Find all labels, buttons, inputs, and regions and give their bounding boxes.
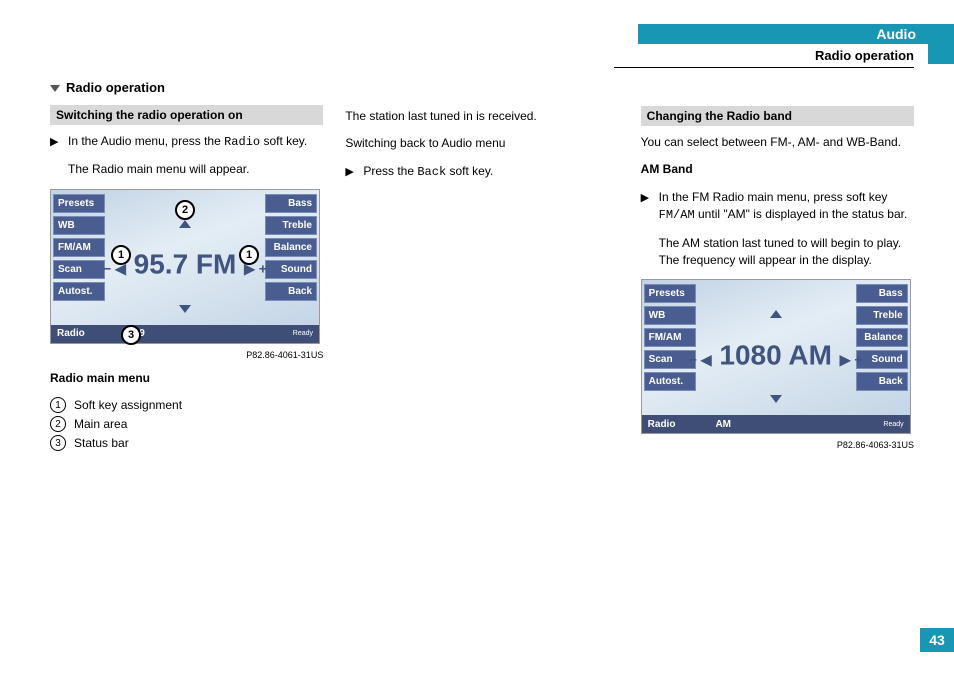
tune-plus: ▶ + (840, 351, 863, 367)
page-number: 43 (920, 628, 954, 652)
softkey: Bass (265, 194, 317, 213)
softkey: Autost. (644, 372, 696, 391)
frequency-value: 95.7 FM (134, 249, 237, 280)
text: soft key. (446, 164, 493, 178)
code-text: Radio (224, 135, 260, 149)
status-band: AM (715, 419, 731, 430)
softkey: Bass (856, 284, 908, 303)
softkey: WB (53, 216, 105, 235)
legend-num: 2 (50, 416, 66, 432)
paragraph: The AM station last tuned to will begin … (641, 235, 914, 270)
nav-down-icon (179, 305, 191, 313)
softkey: Presets (53, 194, 105, 213)
frequency-value: 1080 AM (719, 339, 832, 370)
sub-heading: AM Band (641, 161, 914, 178)
frequency-display: − ◀ 1080 AM ▶ + (689, 339, 863, 371)
status-mode: Radio (648, 419, 676, 430)
header-tab (928, 24, 954, 64)
radio-screenshot-fm: Presets WB FM/AM Scan Autost. Bass Trebl… (50, 189, 320, 344)
column-1: Radio operation Switching the radio oper… (50, 80, 323, 460)
instruction-bullet: ▶ In the FM Radio main menu, press soft … (641, 189, 914, 225)
text: In the Audio menu, press the (68, 134, 224, 148)
legend-text: Status bar (74, 436, 129, 450)
play-arrow-icon: ▶ (641, 189, 659, 225)
legend-num: 1 (50, 397, 66, 413)
figure-caption: Radio main menu (50, 370, 323, 387)
callout-3: 3 (121, 325, 141, 345)
text: soft key. (260, 134, 307, 148)
column-3: Changing the Radio band You can select b… (641, 80, 914, 460)
nav-down-icon (770, 395, 782, 403)
instruction-text: In the Audio menu, press the Radio soft … (68, 133, 307, 151)
status-ready: Ready (293, 330, 313, 337)
softkey: Sound (265, 260, 317, 279)
figure-id: P82.86-4063-31US (641, 440, 914, 450)
play-arrow-icon: ▶ (50, 133, 68, 151)
callout-1-right: 1 (239, 245, 259, 265)
callout-2: 2 (175, 200, 195, 220)
subsection-heading: Switching the radio operation on (50, 105, 323, 125)
figure-id: P82.86-4061-31US (50, 350, 323, 360)
triangle-icon (50, 85, 60, 92)
text: Press the (363, 164, 417, 178)
softkey: Treble (856, 306, 908, 325)
legend-text: Main area (74, 417, 127, 431)
nav-up-icon (770, 310, 782, 318)
softkey: Balance (856, 328, 908, 347)
paragraph: The station last tuned in is received. (345, 108, 618, 125)
paragraph: You can select between FM-, AM- and WB-B… (641, 134, 914, 151)
instruction-bullet: ▶ Press the Back soft key. (345, 163, 618, 181)
softkey: Back (856, 372, 908, 391)
nav-up-icon (179, 220, 191, 228)
radio-screenshot-am: Presets WB FM/AM Scan Autost. Bass Trebl… (641, 279, 911, 434)
callout-1-left: 1 (111, 245, 131, 265)
softkey: Treble (265, 216, 317, 235)
legend-text: Soft key assignment (74, 398, 182, 412)
legend-row: 2 Main area (50, 416, 323, 432)
section-title: Radio operation (50, 80, 323, 95)
paragraph: Switching back to Audio menu (345, 135, 618, 152)
subsection-heading: Changing the Radio band (641, 106, 914, 126)
legend-num: 3 (50, 435, 66, 451)
section-title-text: Radio operation (66, 80, 165, 95)
column-2: The station last tuned in is received. S… (345, 80, 618, 460)
softkey: Sound (856, 350, 908, 369)
softkey: WB (644, 306, 696, 325)
softkey: FM/AM (53, 238, 105, 257)
softkey: Back (265, 282, 317, 301)
header-subtitle: Radio operation (614, 48, 914, 68)
softkeys-right: Bass Treble Balance Sound Back (856, 284, 908, 391)
softkey: Scan (53, 260, 105, 279)
instruction-text: Press the Back soft key. (363, 163, 493, 181)
softkey: Autost. (53, 282, 105, 301)
header-category: Audio (638, 24, 928, 44)
softkeys-left: Presets WB FM/AM Scan Autost. (644, 284, 696, 391)
code-text: Back (417, 165, 446, 179)
softkeys-right: Bass Treble Balance Sound Back (265, 194, 317, 301)
softkeys-left: Presets WB FM/AM Scan Autost. (53, 194, 105, 301)
paragraph: The Radio main menu will appear. (50, 161, 323, 178)
text: In the FM Radio main menu, press soft ke… (659, 190, 888, 204)
instruction-bullet: ▶ In the Audio menu, press the Radio sof… (50, 133, 323, 151)
play-arrow-icon: ▶ (345, 163, 363, 181)
status-mode: Radio (57, 328, 85, 339)
softkey: Balance (265, 238, 317, 257)
legend-row: 3 Status bar (50, 435, 323, 451)
status-bar: Radio FM9 Ready (51, 325, 319, 343)
text: until "AM" is displayed in the status ba… (695, 207, 908, 221)
status-ready: Ready (883, 421, 903, 428)
legend-row: 1 Soft key assignment (50, 397, 323, 413)
tune-minus: − ◀ (689, 351, 712, 367)
instruction-text: In the FM Radio main menu, press soft ke… (659, 189, 914, 225)
code-text: FM/AM (659, 208, 695, 222)
softkey: Presets (644, 284, 696, 303)
status-bar: Radio AM Ready (642, 415, 910, 433)
